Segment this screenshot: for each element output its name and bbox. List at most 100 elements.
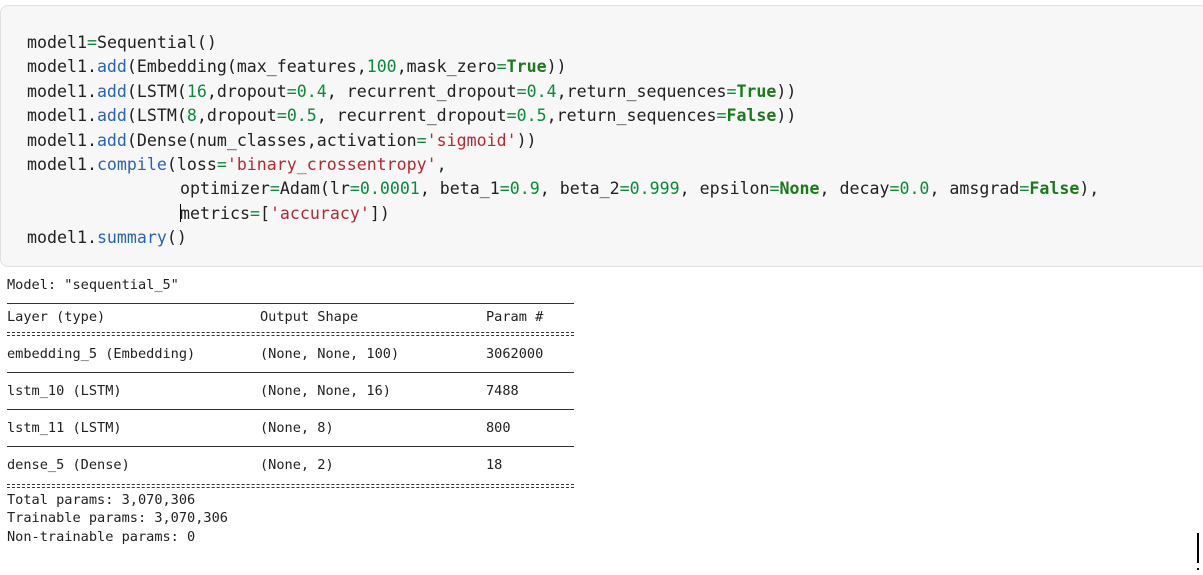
code-line[interactable]: model1.compile(loss='binary_crossentropy… — [27, 153, 1099, 177]
code-token: add — [96, 130, 127, 150]
code-token: = — [416, 130, 427, 150]
code-token: ,mask_zero — [396, 57, 497, 77]
code-cell[interactable]: model1=Sequential() model1.add(Embedding(… — [0, 5, 1203, 267]
code-token: True — [506, 57, 547, 77]
code-token: 16 — [186, 81, 207, 101]
code-token: metrics — [180, 203, 250, 223]
code-token: 0.0 — [899, 179, 930, 199]
code-line[interactable]: optimizer=Adam(lr=0.0001, beta_1=0.9, be… — [27, 177, 1099, 201]
code-token: optimizer — [180, 179, 270, 199]
code-token: ,dropout — [196, 106, 277, 126]
text-cursor-mark — [1197, 533, 1199, 563]
layer-name: embedding_5 (Embedding) — [7, 346, 196, 362]
code-token: = — [506, 106, 517, 126]
code-token: 0.4 — [526, 81, 557, 101]
code-token: 0.5 — [516, 106, 547, 126]
code-token: model1. — [27, 57, 97, 77]
code-token: None — [779, 179, 820, 199]
summary-rows: embedding_5 (Embedding) (None, None, 100)… — [7, 336, 574, 484]
trainable-params: Trainable params: 3,070,306 — [7, 510, 228, 526]
table-row: embedding_5 (Embedding) (None, None, 100)… — [7, 336, 574, 373]
output-shape: (None, 8) — [260, 420, 334, 436]
output-shape: (None, None, 16) — [260, 383, 391, 399]
output-shape: (None, None, 100) — [260, 346, 400, 362]
code-token: , beta_2 — [539, 179, 620, 199]
code-token: 0.9 — [509, 179, 540, 199]
code-token: 0.0001 — [359, 179, 420, 199]
code-token: model1. — [27, 154, 97, 174]
code-line[interactable]: model1.summary() — [27, 226, 1099, 250]
total-params: Total params: 3,070,306 — [7, 491, 196, 508]
code-token: (loss — [166, 154, 217, 174]
table-row: dense_5 (Dense) (None, 2) 18 — [7, 447, 574, 484]
code-token: (Dense(num_classes,activation — [126, 130, 417, 150]
code-token: True — [736, 81, 777, 101]
code-token: 0.5 — [286, 106, 317, 126]
code-token: = — [1019, 179, 1030, 199]
code-token: = — [286, 81, 297, 101]
code-token: Sequential() — [96, 33, 217, 52]
code-token: = — [86, 33, 97, 52]
param-count: 3062000 — [486, 346, 544, 362]
layer-name: lstm_10 (LSTM) — [7, 383, 122, 399]
code-token: 0.4 — [296, 81, 327, 101]
code-token: [ — [259, 203, 270, 223]
code-token: 100 — [366, 57, 397, 77]
cursor-dot — [1197, 568, 1199, 570]
code-token: = — [889, 179, 900, 199]
header-layer: Layer (type) — [7, 308, 106, 325]
summary-header-row: Layer (type) Output Shape Param # — [7, 304, 574, 330]
code-token: ,return_sequences — [546, 106, 717, 126]
code-line[interactable]: model1.add(Embedding(max_features,100,ma… — [27, 55, 1099, 79]
code-token: model1. — [27, 81, 97, 101]
code-token: () — [166, 228, 187, 248]
code-line[interactable]: model1.add(Dense(num_classes,activation=… — [27, 129, 1099, 153]
param-count: 18 — [486, 457, 503, 473]
header-param-count: Param # — [486, 308, 544, 325]
code-token: , recurrent_dropout — [316, 106, 507, 126]
param-count: 800 — [486, 420, 511, 436]
code-token: model1. — [27, 106, 97, 126]
code-token: 'sigmoid' — [426, 130, 517, 150]
code-token: ,dropout — [206, 81, 287, 101]
code-line[interactable]: model1.add(LSTM(8,dropout=0.5, recurrent… — [27, 104, 1099, 128]
code-token: 8 — [186, 106, 197, 126]
code-token: ,return_sequences — [556, 81, 727, 101]
code-token: = — [726, 81, 737, 101]
code-token: ]) — [369, 203, 390, 223]
code-token: add — [96, 81, 127, 101]
code-token: )) — [546, 57, 567, 77]
code-line[interactable]: model1.add(LSTM(16,dropout=0.4, recurren… — [27, 80, 1099, 104]
code-token: = — [716, 106, 727, 126]
code-token: , decay — [819, 179, 890, 199]
code-token: = — [269, 179, 280, 199]
cell-output: Model: "sequential_5" Layer (type) Outpu… — [7, 276, 574, 546]
code-token: = — [349, 179, 360, 199]
param-count: 7488 — [486, 383, 519, 399]
code-token: add — [96, 106, 127, 126]
code-token: )) — [776, 106, 797, 126]
output-shape: (None, 2) — [260, 457, 334, 473]
code-token: (LSTM( — [126, 106, 187, 126]
code-editor[interactable]: model1=Sequential() model1.add(Embedding(… — [27, 31, 1099, 251]
code-token: , amsgrad — [929, 179, 1020, 199]
code-token: = — [249, 203, 260, 223]
code-token: model1. — [27, 228, 97, 248]
code-token: ), — [1079, 179, 1100, 199]
code-token: False — [726, 106, 777, 126]
table-row: lstm_10 (LSTM) (None, None, 16) 7488 — [7, 373, 574, 410]
code-token: 'binary_crossentropy' — [226, 154, 437, 174]
code-line[interactable]: model1=Sequential() — [27, 31, 1099, 55]
layer-name: lstm_11 (LSTM) — [7, 420, 122, 436]
layer-name: dense_5 (Dense) — [7, 457, 130, 473]
code-token: )) — [776, 81, 797, 101]
code-token: )) — [516, 130, 537, 150]
summary-bottom-divider — [7, 483, 574, 488]
table-row: lstm_11 (LSTM) (None, 8) 800 — [7, 410, 574, 447]
code-line[interactable]: metrics=['accuracy']) — [27, 202, 1099, 226]
code-token: , recurrent_dropout — [326, 81, 517, 101]
header-output-shape: Output Shape — [260, 308, 359, 325]
code-token: Adam(lr — [279, 179, 350, 199]
code-token: = — [499, 179, 510, 199]
code-token: compile — [96, 154, 167, 174]
